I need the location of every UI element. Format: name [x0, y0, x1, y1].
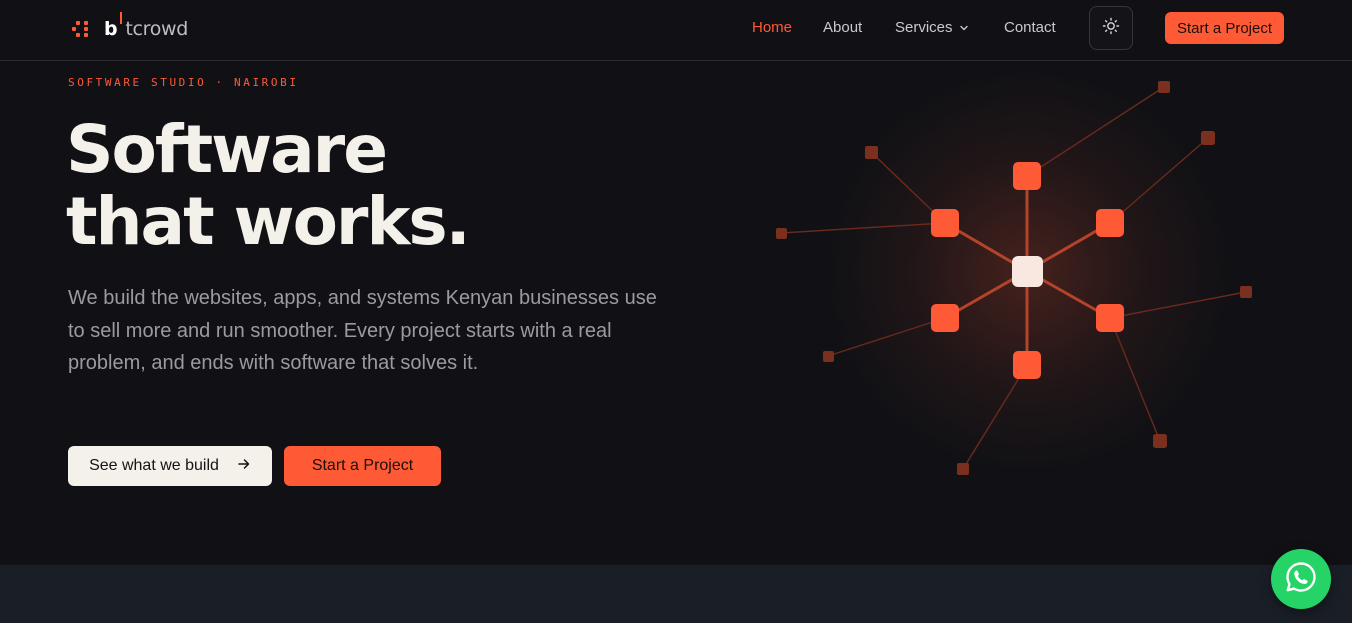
site-header: b tcrowd Home About Services Contact Sta… [0, 0, 1352, 61]
chevron-down-icon [959, 20, 969, 37]
wordmark-tick [120, 12, 122, 24]
hero-headline: Software that works. [66, 111, 471, 260]
nav-about[interactable]: About [823, 19, 862, 36]
nav-services-label: Services [895, 19, 953, 36]
center-node [1012, 256, 1043, 287]
network-illustration [776, 71, 1252, 475]
brand-mark-icon [72, 19, 92, 39]
outer-node [823, 351, 834, 362]
hero-eyebrow: SOFTWARE STUDIO · NAIROBI [68, 76, 299, 89]
brand-wordmark: b tcrowd [104, 12, 189, 40]
next-section-band [0, 565, 1352, 623]
whatsapp-icon [1284, 560, 1318, 599]
outer-node [776, 228, 787, 239]
header-start-project-button[interactable]: Start a Project [1165, 12, 1284, 44]
see-what-we-build-label: See what we build [89, 457, 219, 474]
wordmark-b: b [104, 18, 118, 40]
hero-start-project-button[interactable]: Start a Project [284, 446, 441, 486]
outer-node [1153, 434, 1167, 448]
brand-logo[interactable]: b tcrowd [72, 12, 189, 43]
inner-node [1096, 304, 1124, 332]
nav-home[interactable]: Home [752, 19, 792, 36]
nav-contact[interactable]: Contact [1004, 19, 1056, 36]
arrow-right-icon [237, 457, 251, 476]
wordmark-rest: tcrowd [125, 18, 189, 40]
inner-node [1013, 351, 1041, 379]
theme-toggle-button[interactable] [1089, 6, 1133, 50]
whatsapp-chat-button[interactable] [1271, 549, 1331, 609]
outer-node [1240, 286, 1252, 298]
nav-services[interactable]: Services [895, 19, 969, 37]
outer-node [957, 463, 969, 475]
inner-node [1013, 162, 1041, 190]
outer-node [1201, 131, 1215, 145]
inner-node [1096, 209, 1124, 237]
outer-node [865, 146, 878, 159]
sun-icon [1102, 17, 1120, 40]
headline-line-1: Software [66, 111, 388, 188]
see-what-we-build-button[interactable]: See what we build [68, 446, 272, 486]
inner-node [931, 304, 959, 332]
outer-node [1158, 81, 1170, 93]
headline-line-2: that works. [66, 183, 471, 260]
hero-description: We build the websites, apps, and systems… [68, 287, 657, 374]
inner-node [931, 209, 959, 237]
